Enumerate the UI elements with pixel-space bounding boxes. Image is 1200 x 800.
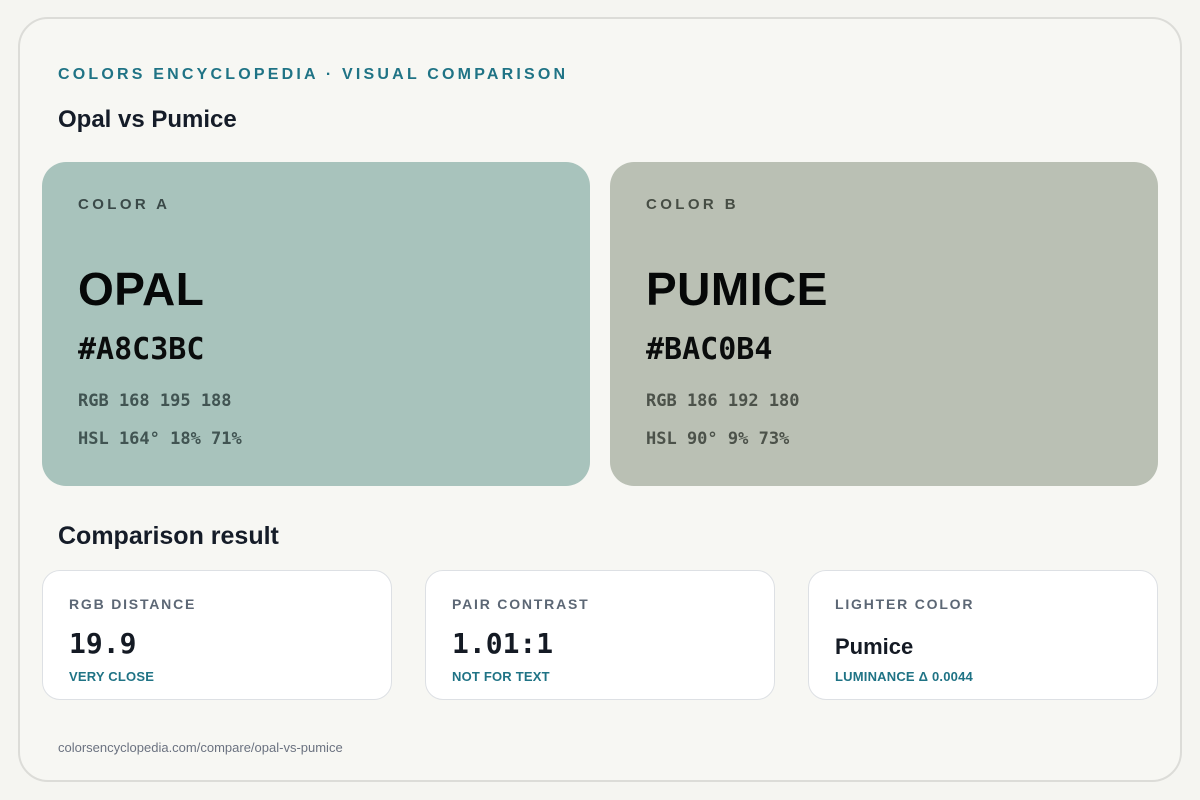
color-b-swatch: COLOR B PUMICE #BAC0B4 RGB 186 192 180 H… [610, 162, 1158, 486]
lighter-color-card: LIGHTER COLOR Pumice LUMINANCE Δ 0.0044 [808, 570, 1158, 700]
card-label: RGB DISTANCE [69, 596, 197, 612]
color-b-rgb: RGB 186 192 180 [646, 391, 800, 411]
card-label: LIGHTER COLOR [835, 596, 975, 612]
color-b-name: PUMICE [646, 263, 828, 315]
color-b-hsl: HSL 90° 9% 73% [646, 429, 790, 449]
card-note: NOT FOR TEXT [452, 669, 550, 684]
card-label: PAIR CONTRAST [452, 596, 590, 612]
card-value: Pumice [835, 634, 914, 659]
color-a-hsl: HSL 164° 18% 71% [78, 429, 242, 449]
rgb-distance-card: RGB DISTANCE 19.9 VERY CLOSE [42, 570, 392, 700]
color-a-label: COLOR A [78, 196, 171, 213]
footer-url[interactable]: colorsencyclopedia.com/compare/opal-vs-p… [58, 740, 343, 755]
comparison-title: Comparison result [58, 522, 279, 550]
card-note: VERY CLOSE [69, 669, 155, 684]
color-b-hex: #BAC0B4 [646, 332, 773, 367]
card-value: 19.9 [69, 627, 137, 660]
color-a-hex: #A8C3BC [78, 332, 205, 367]
color-b-label: COLOR B [646, 196, 739, 213]
eyebrow-label: COLORS ENCYCLOPEDIA · VISUAL COMPARISON [58, 66, 569, 83]
pair-contrast-card: PAIR CONTRAST 1.01:1 NOT FOR TEXT [425, 570, 775, 700]
card-value: 1.01:1 [452, 627, 554, 660]
page-title: Opal vs Pumice [58, 106, 237, 133]
color-a-swatch: COLOR A OPAL #A8C3BC RGB 168 195 188 HSL… [42, 162, 590, 486]
card-note: LUMINANCE Δ 0.0044 [835, 669, 973, 684]
color-a-name: OPAL [78, 263, 205, 315]
color-a-rgb: RGB 168 195 188 [78, 391, 232, 411]
